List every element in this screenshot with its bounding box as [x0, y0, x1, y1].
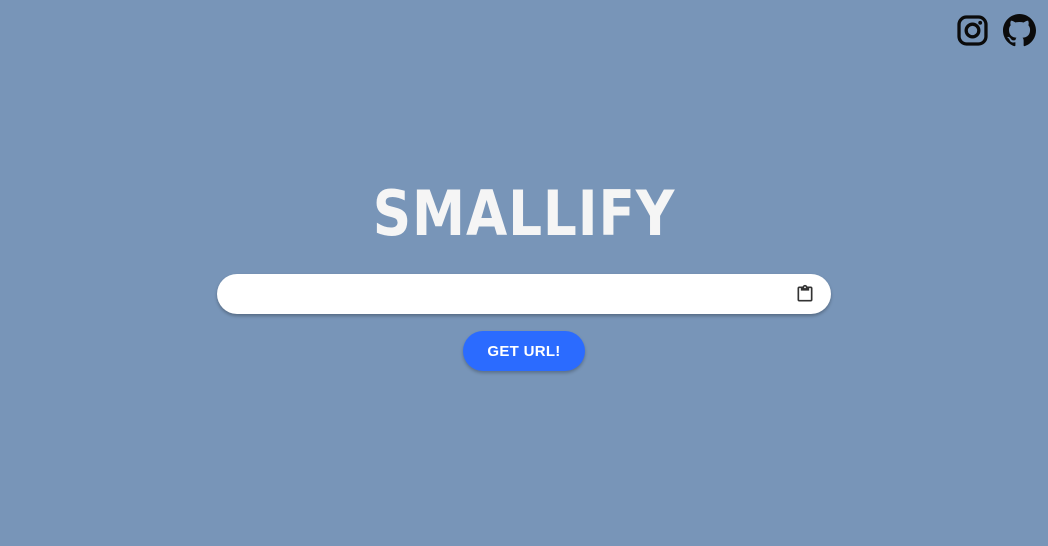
github-link[interactable]: [1003, 14, 1036, 47]
paste-button[interactable]: [795, 284, 815, 304]
clipboard-icon: [797, 284, 813, 302]
instagram-icon: [957, 15, 988, 46]
get-url-button[interactable]: GET URL!: [463, 331, 585, 371]
url-input-container: [217, 274, 831, 316]
instagram-link[interactable]: [956, 14, 989, 47]
app-title: SMALLIFY: [372, 177, 676, 250]
github-icon: [1003, 14, 1036, 47]
url-input[interactable]: [235, 274, 787, 316]
social-links: [956, 14, 1036, 47]
